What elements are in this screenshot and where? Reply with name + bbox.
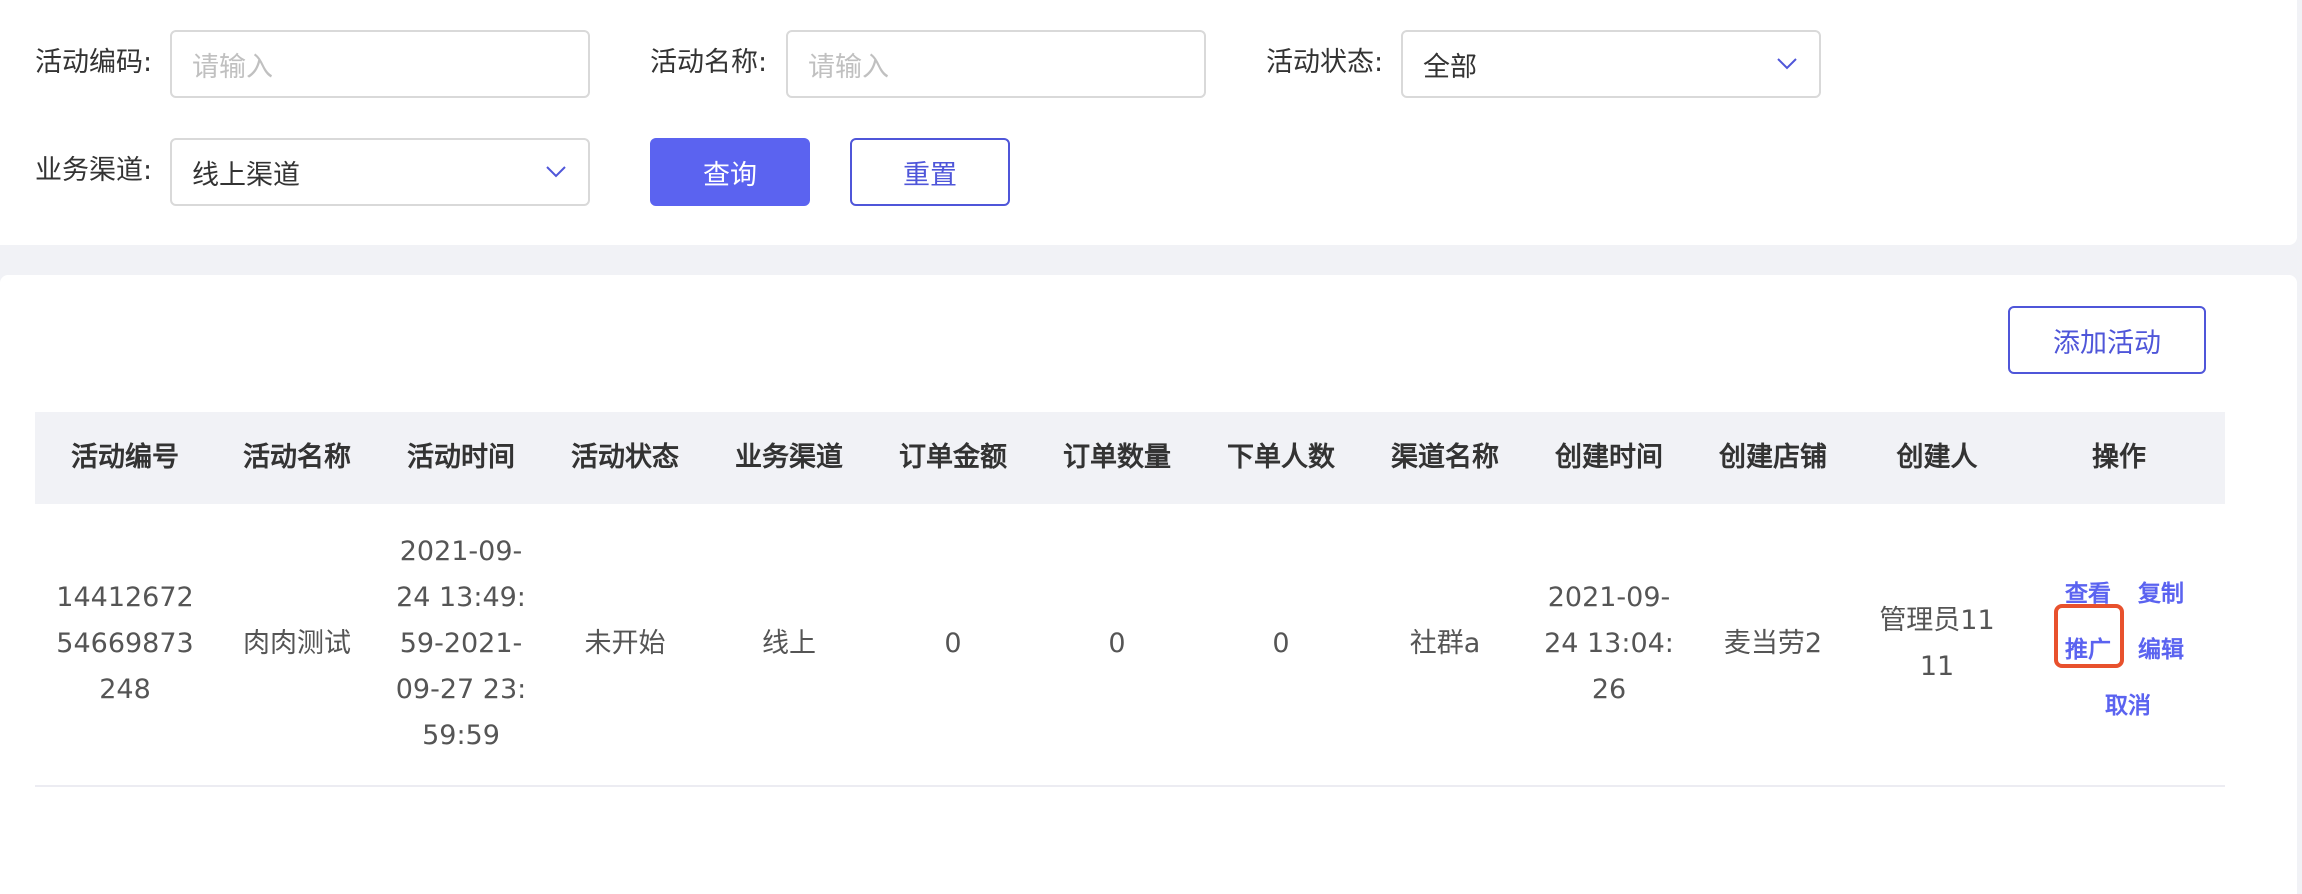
col-created-time: 创建时间 xyxy=(1555,442,1663,473)
cell-activity-status: 未开始 xyxy=(584,628,666,659)
cell-activity-time: 2021-09- 24 13:49: 59-2021- 09-27 23: 59… xyxy=(395,536,527,751)
col-order-count: 订单数量 xyxy=(1063,442,1171,473)
cell-created-store: 麦当劳2 xyxy=(1723,628,1823,659)
edit-link[interactable]: 编辑 xyxy=(2138,630,2184,664)
cell-activity-id: 14412672 54669873 248 xyxy=(56,582,194,705)
col-activity-status: 活动状态 xyxy=(571,442,679,473)
activity-status-value: 全部 xyxy=(1423,51,1477,83)
cell-order-amount: 0 xyxy=(944,628,962,659)
business-channel-select[interactable]: 线上渠道 xyxy=(170,138,590,206)
activity-name-input[interactable]: 请输入 xyxy=(786,30,1206,98)
cancel-link[interactable]: 取消 xyxy=(2105,686,2151,720)
reset-button[interactable]: 重置 xyxy=(850,138,1010,206)
query-button[interactable]: 查询 xyxy=(650,138,810,206)
cell-buyer-count: 0 xyxy=(1272,628,1290,659)
col-activity-name: 活动名称 xyxy=(243,442,351,473)
activity-status-select[interactable]: 全部 xyxy=(1401,30,1821,98)
activity-status-label: 活动状态: xyxy=(1266,47,1384,78)
chevron-down-icon xyxy=(1777,58,1797,70)
cell-order-count: 0 xyxy=(1108,628,1126,659)
business-channel-value: 线上渠道 xyxy=(192,159,300,191)
cell-creator: 管理员11 11 xyxy=(1879,605,1995,682)
col-activity-id: 活动编号 xyxy=(71,442,179,473)
promote-highlight-box xyxy=(2054,604,2124,668)
add-activity-button[interactable]: 添加活动 xyxy=(2008,306,2206,374)
activity-code-placeholder: 请输入 xyxy=(192,51,273,83)
col-order-amount: 订单金额 xyxy=(899,442,1007,473)
business-channel-label: 业务渠道: xyxy=(35,155,153,186)
cell-channel-name: 社群a xyxy=(1409,628,1481,659)
col-business-channel: 业务渠道 xyxy=(735,442,843,473)
cell-created-time: 2021-09- 24 13:04: 26 xyxy=(1544,582,1674,705)
activity-name-placeholder: 请输入 xyxy=(808,51,889,83)
copy-link[interactable]: 复制 xyxy=(2138,574,2184,608)
activity-name-label: 活动名称: xyxy=(650,47,768,78)
cell-business-channel: 线上 xyxy=(762,628,816,659)
col-creator: 创建人 xyxy=(1896,442,1978,473)
col-activity-time: 活动时间 xyxy=(407,442,515,473)
filter-panel: 活动编码: 请输入 活动名称: 请输入 活动状态: 全部 业务渠道: 线上渠道 … xyxy=(0,0,2297,245)
activity-code-label: 活动编码: xyxy=(35,47,153,78)
view-link[interactable]: 查看 xyxy=(2065,574,2111,608)
col-channel-name: 渠道名称 xyxy=(1391,442,1499,473)
col-actions: 操作 xyxy=(2092,442,2146,473)
chevron-down-icon xyxy=(546,166,566,178)
cell-activity-name: 肉肉测试 xyxy=(243,628,351,659)
row-divider xyxy=(35,785,2225,787)
table-panel xyxy=(0,275,2297,894)
activity-code-input[interactable]: 请输入 xyxy=(170,30,590,98)
col-buyer-count: 下单人数 xyxy=(1227,442,1335,473)
col-created-store: 创建店铺 xyxy=(1719,442,1827,473)
